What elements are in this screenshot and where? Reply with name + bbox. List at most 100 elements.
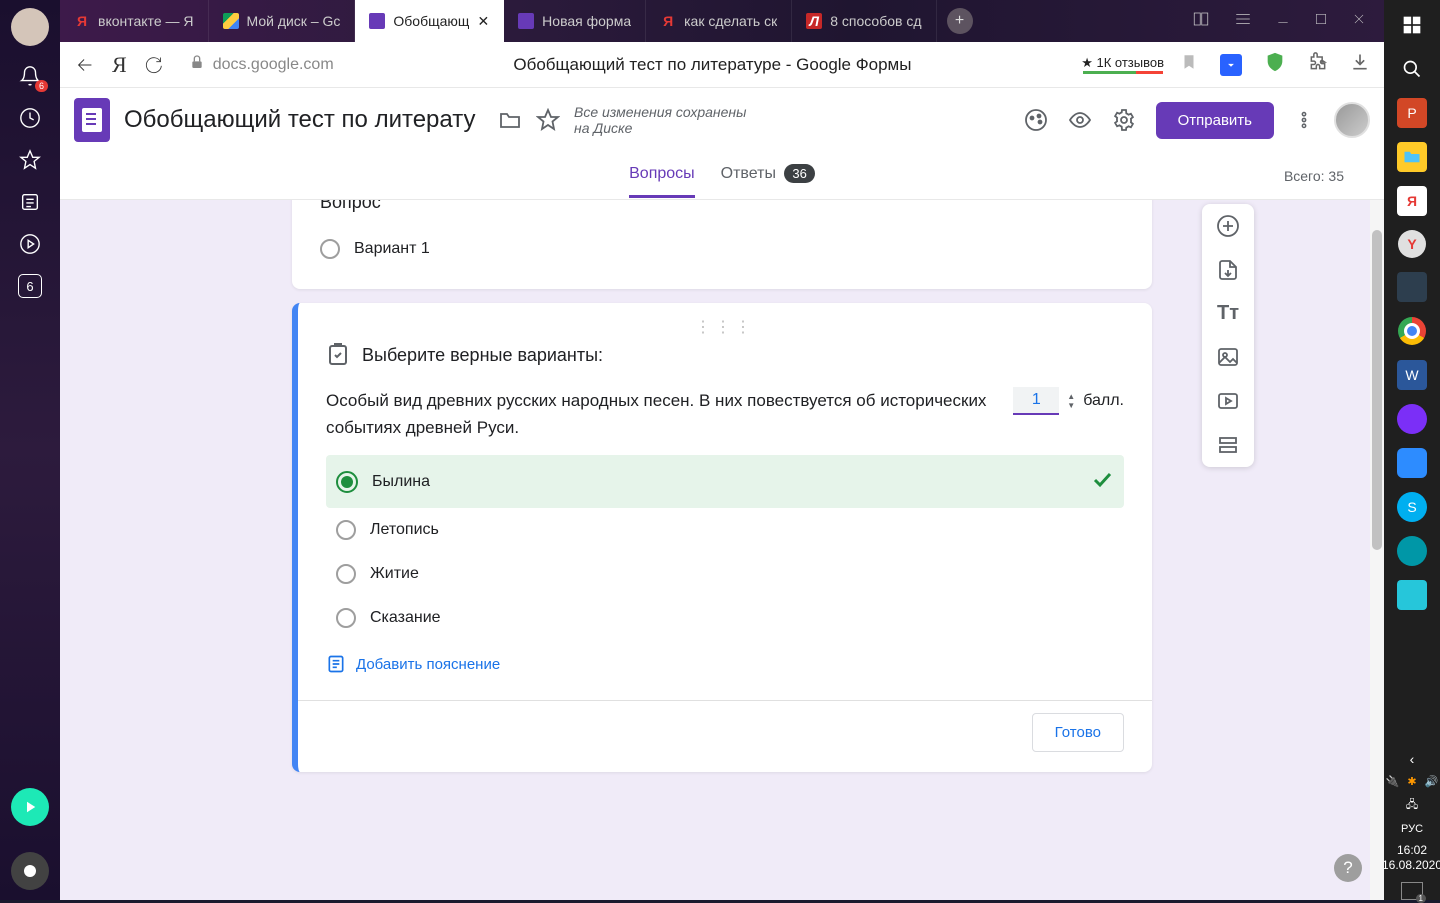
profile-avatar[interactable] [11, 8, 49, 46]
tray-volume-icon[interactable]: 🔊 [1425, 775, 1439, 788]
help-button[interactable]: ? [1334, 854, 1362, 882]
points-input[interactable] [1013, 387, 1059, 415]
tab-liveinternet[interactable]: Л 8 способов сд [792, 0, 936, 42]
menu-icon[interactable] [1234, 10, 1252, 33]
tray-avast-icon[interactable]: ✱ [1407, 775, 1416, 788]
drag-handle-icon[interactable]: ⋮⋮⋮ [326, 317, 1124, 337]
tab-vkontakte[interactable]: Я вконтакте — Я [60, 0, 209, 42]
lock-icon [189, 54, 205, 75]
downloads-icon[interactable] [1350, 52, 1370, 77]
radio-empty-icon[interactable] [320, 239, 340, 259]
done-button[interactable]: Готово [1032, 713, 1124, 752]
answer-row[interactable]: Житие [326, 552, 1124, 596]
url-bar: Я docs.google.com Обобщающий тест по лит… [60, 42, 1384, 88]
radio-empty-icon [336, 564, 356, 584]
reload-icon[interactable] [143, 55, 163, 75]
send-button[interactable]: Отправить [1156, 102, 1274, 139]
question-text: Особый вид древних русских народных песе… [326, 387, 993, 441]
scrollbar-thumb[interactable] [1372, 230, 1382, 550]
file-explorer-icon[interactable] [1397, 142, 1427, 172]
zoom-icon[interactable] [1397, 448, 1427, 478]
total-score: Всего: 35 [1284, 168, 1344, 184]
tab-questions[interactable]: Вопросы [629, 153, 695, 198]
answer-row[interactable]: Летопись [326, 508, 1124, 552]
gforms-logo-icon[interactable] [74, 98, 110, 142]
powerpoint-icon[interactable]: P [1397, 98, 1427, 128]
points-stepper[interactable]: ▲▼ [1067, 392, 1075, 410]
gforms-icon [369, 13, 385, 29]
media-app-icon[interactable] [11, 788, 49, 826]
add-title-icon[interactable]: Tᴛ [1217, 302, 1239, 325]
app-icon[interactable] [1397, 272, 1427, 302]
tab-count-badge[interactable]: 6 [18, 274, 42, 298]
collections-icon[interactable] [18, 190, 42, 214]
start-icon[interactable] [1397, 10, 1427, 40]
close-icon[interactable]: ✕ [477, 13, 489, 30]
panel-toggle-icon[interactable] [1192, 10, 1210, 33]
action-center-icon[interactable]: 1 [1401, 882, 1423, 900]
yandex-home-icon[interactable]: Я [112, 52, 127, 78]
bookmark-icon[interactable] [1180, 53, 1198, 76]
form-title-input[interactable] [124, 106, 484, 134]
import-question-icon[interactable] [1216, 258, 1240, 282]
gforms-app: Все изменения сохранены на Диске Отправи… [60, 88, 1384, 900]
download-manager-icon[interactable] [1220, 54, 1242, 76]
maximize-icon[interactable] [1314, 12, 1328, 31]
alice-icon[interactable] [11, 852, 49, 890]
shield-icon[interactable] [1264, 51, 1286, 78]
prev-question-label: Вопрос [320, 200, 1124, 213]
purple-app-icon[interactable] [1397, 404, 1427, 434]
tab-drive[interactable]: Мой диск – Gс [209, 0, 356, 42]
back-icon[interactable] [74, 54, 96, 76]
add-video-icon[interactable] [1216, 389, 1240, 413]
new-tab-button[interactable]: + [947, 8, 973, 34]
scrollbar-track[interactable] [1370, 200, 1384, 900]
tray-network-icon[interactable]: 🖧 [1406, 796, 1418, 815]
prev-option-row[interactable]: Вариант 1 [320, 229, 1124, 269]
tab-responses[interactable]: Ответы 36 [721, 153, 815, 198]
add-explanation-button[interactable]: Добавить пояснение [326, 640, 1124, 688]
yandex-app-icon[interactable]: Я [1397, 186, 1427, 216]
windows-taskbar: P Я Y W S ‹ 🔌 ✱ 🔊 🖧 РУС 16:02 16.08.2020… [1384, 0, 1440, 900]
saved-status: Все изменения сохранены на Диске [574, 104, 754, 136]
star-icon[interactable] [18, 148, 42, 172]
answer-row[interactable]: Сказание [326, 596, 1124, 640]
preview-icon[interactable] [1068, 108, 1092, 132]
teal-app-icon[interactable] [1397, 536, 1427, 566]
answer-row-correct[interactable]: Былина [326, 455, 1124, 508]
tray-chevron-icon[interactable]: ‹ [1410, 751, 1415, 767]
liveinternet-icon: Л [806, 13, 822, 29]
cyan-app-icon[interactable] [1397, 580, 1427, 610]
yandex-browser-icon[interactable]: Y [1398, 230, 1426, 258]
close-window-icon[interactable] [1352, 12, 1366, 31]
skype-icon[interactable]: S [1397, 492, 1427, 522]
question-card-active: ⋮⋮⋮ Выберите верные варианты: Особый вид… [292, 303, 1152, 772]
language-indicator[interactable]: РУС [1401, 823, 1423, 835]
tab-screenshot-search[interactable]: Я как сделать ск [646, 0, 792, 42]
question-card-prev[interactable]: Вопрос Вариант 1 [292, 200, 1152, 289]
gear-icon[interactable] [1112, 108, 1136, 132]
add-section-icon[interactable] [1216, 433, 1240, 457]
address-box[interactable]: docs.google.com [179, 50, 344, 79]
extensions-icon[interactable] [1308, 52, 1328, 77]
rating-widget[interactable]: ★ 1К отзывов [1081, 55, 1164, 74]
tab-forms-active[interactable]: Обобщающ ✕ [355, 0, 504, 42]
search-icon[interactable] [1397, 54, 1427, 84]
add-image-icon[interactable] [1216, 345, 1240, 369]
add-question-icon[interactable] [1216, 214, 1240, 238]
tray-usb-icon[interactable]: 🔌 [1386, 775, 1400, 788]
folder-icon[interactable] [498, 108, 522, 132]
more-icon[interactable] [1294, 110, 1314, 130]
chrome-icon[interactable] [1397, 316, 1427, 346]
play-circle-icon[interactable] [18, 232, 42, 256]
star-outline-icon[interactable] [536, 108, 560, 132]
history-icon[interactable] [18, 106, 42, 130]
word-icon[interactable]: W [1397, 360, 1427, 390]
clock[interactable]: 16:02 16.08.2020 [1382, 843, 1440, 874]
tab-new-form[interactable]: Новая форма [504, 0, 646, 42]
palette-icon[interactable] [1024, 108, 1048, 132]
yandex-icon: Я [74, 13, 90, 29]
user-avatar[interactable] [1334, 102, 1370, 138]
bell-icon[interactable]: 6 [18, 64, 42, 88]
minimize-icon[interactable] [1276, 12, 1290, 31]
